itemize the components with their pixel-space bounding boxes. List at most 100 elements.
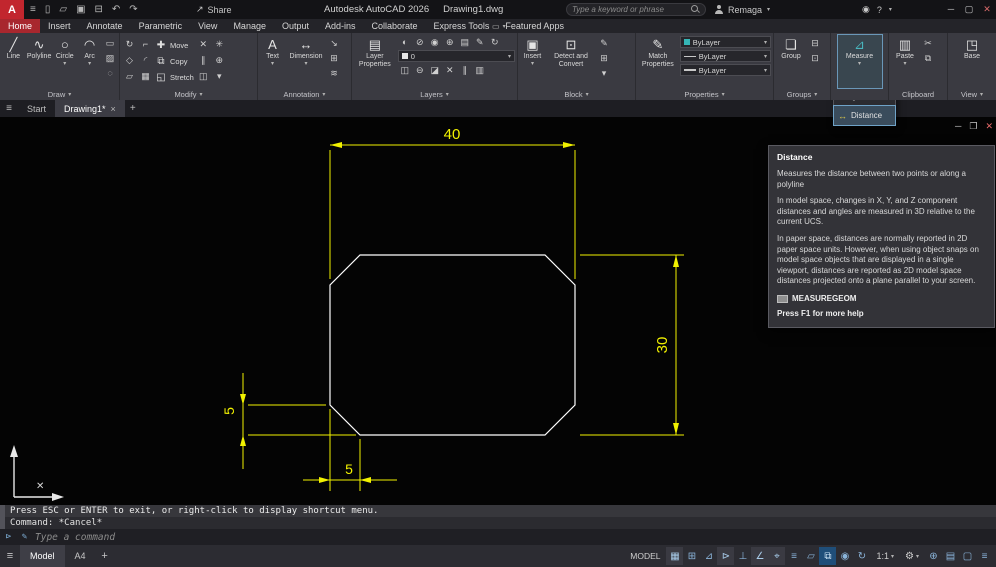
text-button[interactable]: A Text ▾ <box>260 35 285 88</box>
layout-tab-a4[interactable]: A4 <box>65 545 96 567</box>
insert-button[interactable]: ▣ Insert ▾ <box>520 35 545 88</box>
layer-state-icon[interactable]: ▤ <box>458 36 472 48</box>
layer-freeze-icon[interactable]: ⊘ <box>413 36 427 48</box>
tab-featured-apps[interactable]: Featured Apps <box>497 19 572 33</box>
groups-panel-label[interactable]: Groups ▾ <box>774 88 830 100</box>
infer-constraints-icon[interactable]: ⊿ <box>700 547 717 565</box>
quick-properties-icon[interactable]: ▤ <box>942 547 959 565</box>
layer-off-icon[interactable]: ◐ <box>398 36 412 48</box>
tab-add-ins[interactable]: Add-ins <box>317 19 364 33</box>
mtext-icon[interactable]: ≋ <box>327 67 341 79</box>
doc-restore-button[interactable]: ❐ <box>969 121 977 132</box>
group-edit-icon[interactable]: ⊡ <box>808 52 822 64</box>
break-icon[interactable]: ◫ <box>196 69 211 84</box>
join-icon[interactable]: ⊕ <box>212 53 227 68</box>
transparency-icon[interactable]: ▱ <box>802 547 819 565</box>
ellipse-icon[interactable]: ◌ <box>103 67 117 79</box>
move-button[interactable]: ✚ Move <box>155 38 194 52</box>
layer-delete-icon[interactable]: ✕ <box>443 64 457 76</box>
annotation-visibility-icon[interactable]: ◉ <box>836 547 853 565</box>
plot-icon[interactable]: ⊟ <box>95 4 103 15</box>
tab-parametric[interactable]: Parametric <box>131 19 191 33</box>
draw-panel-label[interactable]: Draw ▾ <box>0 88 119 100</box>
help-button[interactable]: ? <box>877 5 882 15</box>
tab-output[interactable]: Output <box>274 19 317 33</box>
selection-cycling-icon[interactable]: ⧉ <box>819 547 837 565</box>
search-input[interactable] <box>572 5 688 14</box>
properties-panel-label[interactable]: Properties ▾ <box>636 88 773 100</box>
detect-convert-button[interactable]: ⊡ Detect and Convert <box>547 35 595 88</box>
grid-icon[interactable]: ▦ <box>666 547 684 565</box>
rotate-icon[interactable]: ↻ <box>122 37 137 52</box>
tab-manage[interactable]: Manage <box>225 19 274 33</box>
ribbon-collapse-button[interactable]: ▭ ▾ <box>492 19 506 33</box>
view-panel-label[interactable]: View ▾ <box>948 88 996 100</box>
close-tab-icon[interactable]: × <box>111 104 116 114</box>
open-drawing-icon[interactable]: ▱ <box>59 4 67 15</box>
polyline-button[interactable]: ∿ Polyline <box>27 35 52 88</box>
chamfered-rectangle-object[interactable] <box>329 254 576 436</box>
close-button[interactable]: ✕ <box>978 0 996 19</box>
workspace-switching-button[interactable]: ⚙ ▾ <box>900 551 924 562</box>
layer-edit-icon[interactable]: ✎ <box>473 36 487 48</box>
mirror-icon[interactable]: ◇ <box>122 53 137 68</box>
autocad-logo[interactable]: A <box>0 0 24 19</box>
snap-mode-icon[interactable]: ⊞ <box>683 547 700 565</box>
clean-screen-icon[interactable]: ▢ <box>959 547 976 565</box>
command-customize-icon[interactable]: ⊳ <box>3 532 14 542</box>
fillet-icon[interactable]: ◜ <box>138 53 153 68</box>
layer-select[interactable]: 0 ▾ <box>397 50 515 62</box>
tab-drawing1[interactable]: Drawing1* × <box>55 100 125 117</box>
layer-lock-icon[interactable]: ⊖ <box>413 64 427 76</box>
block-more-icon[interactable]: ▾ <box>597 67 611 79</box>
line-button[interactable]: ╱ Line <box>2 35 25 88</box>
tab-annotate[interactable]: Annotate <box>79 19 131 33</box>
tab-view[interactable]: View <box>190 19 225 33</box>
doc-minimize-button[interactable]: ─ <box>955 121 961 132</box>
redo-icon[interactable]: ↷ <box>129 4 137 15</box>
tab-insert[interactable]: Insert <box>40 19 79 33</box>
annotation-panel-label[interactable]: Annotation ▾ <box>258 88 351 100</box>
explode-icon[interactable]: ✳ <box>212 37 227 52</box>
layer-properties-button[interactable]: ▤ Layer Properties <box>354 35 396 88</box>
layer-isolate-icon[interactable]: ◉ <box>428 36 442 48</box>
circle-button[interactable]: ○ Circle ▾ <box>53 35 76 88</box>
trim-icon[interactable]: ⌐ <box>138 37 153 52</box>
autoscale-icon[interactable]: ↻ <box>853 547 870 565</box>
offset-icon[interactable]: ∥ <box>196 53 211 68</box>
new-layout-button[interactable]: + <box>96 550 114 562</box>
arc-button[interactable]: ◠ Arc ▾ <box>78 35 101 88</box>
command-window-grip[interactable] <box>0 505 5 529</box>
match-properties-button[interactable]: ✎ Match Properties <box>638 35 678 88</box>
account-menu[interactable]: Remaga ▾ <box>714 0 770 19</box>
object-color-select[interactable]: ByLayer ▾ <box>679 36 771 48</box>
base-button[interactable]: ◳ Base <box>955 35 989 88</box>
app-menu-icon[interactable]: ≡ <box>30 4 36 15</box>
layers-panel-label[interactable]: Layers ▾ <box>352 88 517 100</box>
block-panel-label[interactable]: Block ▾ <box>518 88 635 100</box>
new-drawing-icon[interactable]: ▯ <box>45 4 51 15</box>
tab-start[interactable]: Start <box>18 100 55 117</box>
notification-icon[interactable]: ◉ <box>862 4 870 15</box>
annotation-monitor-icon[interactable]: ⊕ <box>925 547 942 565</box>
lineweight-select[interactable]: ByLayer ▾ <box>679 64 771 76</box>
layer-merge-icon[interactable]: ▥ <box>473 64 487 76</box>
ungroup-icon[interactable]: ⊟ <box>808 37 822 49</box>
array-icon[interactable]: ▦ <box>138 69 153 84</box>
share-button[interactable]: ↗ Share <box>196 0 232 19</box>
table-icon[interactable]: ⊞ <box>327 52 341 64</box>
layer-unisolate-icon[interactable]: ⊕ <box>443 36 457 48</box>
layer-previous-icon[interactable]: ∥ <box>458 64 472 76</box>
statusbar-menu-icon[interactable]: ≡ <box>0 550 20 562</box>
copy-button[interactable]: ⧉ Copy <box>155 54 194 68</box>
undo-icon[interactable]: ↶ <box>112 4 120 15</box>
new-tab-button[interactable]: + <box>125 100 141 117</box>
doc-close-button[interactable]: ✕ <box>985 121 993 132</box>
model-space-label[interactable]: MODEL <box>630 551 660 561</box>
cut-icon[interactable]: ✂ <box>921 37 935 49</box>
paste-button[interactable]: ▥ Paste ▾ <box>891 35 919 88</box>
maximize-button[interactable]: ▢ <box>960 0 978 19</box>
tab-express-tools[interactable]: Express Tools <box>426 19 498 33</box>
minimize-button[interactable]: ─ <box>942 0 960 19</box>
clipboard-panel-label[interactable]: Clipboard <box>889 88 947 100</box>
